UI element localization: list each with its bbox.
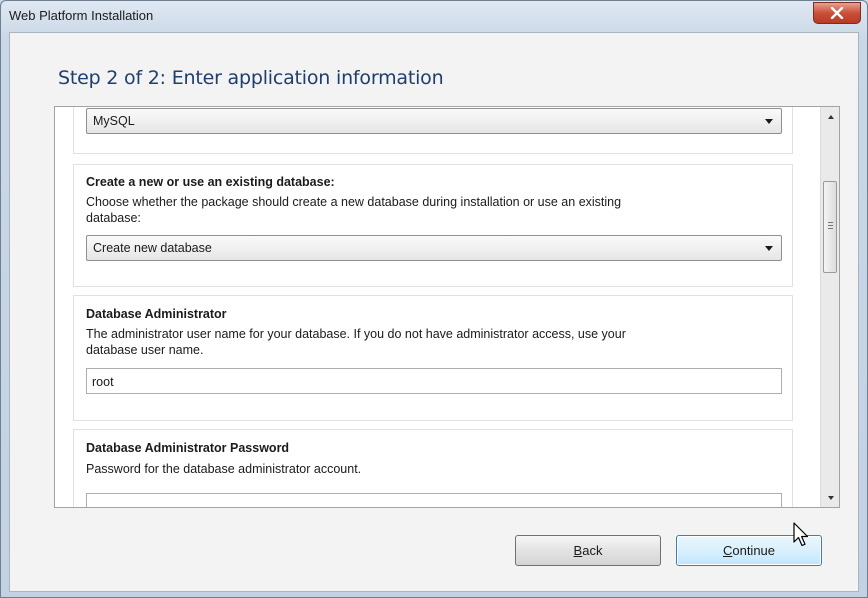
chevron-down-icon xyxy=(765,119,773,124)
database-administrator-description-line2: database user name. xyxy=(86,343,204,357)
create-database-dropdown[interactable]: Create new database xyxy=(86,235,782,261)
create-database-group: Create a new or use an existing database… xyxy=(73,164,793,287)
create-database-description: Choose whether the package should create… xyxy=(86,194,726,226)
mouse-pointer-icon xyxy=(793,522,809,547)
dialog-body: Step 2 of 2: Enter application informati… xyxy=(9,32,859,592)
window-title: Web Platform Installation xyxy=(9,8,154,23)
page-title: Step 2 of 2: Enter application informati… xyxy=(58,67,444,89)
grip-line xyxy=(828,228,833,229)
back-label: ack xyxy=(582,543,603,558)
create-database-description-line2: database: xyxy=(86,211,141,225)
back-mnemonic: B xyxy=(573,543,583,558)
form-scroll-panel[interactable]: MySQL Create a new or use an existing da… xyxy=(54,106,840,508)
database-type-dropdown[interactable]: MySQL xyxy=(86,108,782,134)
grip-line xyxy=(828,225,833,226)
create-database-title: Create a new or use an existing database… xyxy=(86,175,339,189)
database-administrator-input[interactable]: root xyxy=(86,368,782,394)
close-icon xyxy=(830,7,844,19)
back-button[interactable]: Back xyxy=(515,535,661,566)
database-type-group: MySQL xyxy=(73,107,793,154)
arrow-up-icon xyxy=(827,114,834,119)
database-administrator-group: Database Administrator The administrator… xyxy=(73,295,793,421)
close-button[interactable] xyxy=(813,2,861,24)
database-password-title: Database Administrator Password xyxy=(86,441,294,455)
scrollbar-thumb[interactable] xyxy=(823,181,837,273)
continue-label: ontinue xyxy=(732,543,776,558)
installer-window: Web Platform Installation Step 2 of 2: E… xyxy=(0,0,868,598)
database-password-group: Database Administrator Password Password… xyxy=(73,429,793,507)
database-administrator-description-line1: The administrator user name for your dat… xyxy=(86,327,626,341)
create-database-value: Create new database xyxy=(93,241,212,255)
database-password-description: Password for the database administrator … xyxy=(86,462,362,476)
create-database-description-line1: Choose whether the package should create… xyxy=(86,195,622,209)
vertical-scrollbar[interactable] xyxy=(820,107,839,507)
chevron-down-icon xyxy=(765,246,773,251)
database-administrator-title: Database Administrator xyxy=(86,307,231,321)
scroll-down-button[interactable] xyxy=(822,489,839,506)
scroll-up-button[interactable] xyxy=(822,108,839,125)
arrow-down-icon xyxy=(827,495,834,500)
database-type-value: MySQL xyxy=(93,114,135,128)
database-administrator-description: The administrator user name for your dat… xyxy=(86,326,726,358)
title-bar[interactable]: Web Platform Installation xyxy=(1,1,867,31)
continue-mnemonic: C xyxy=(722,543,733,558)
database-administrator-value: root xyxy=(92,375,114,389)
database-password-input[interactable] xyxy=(86,493,782,507)
grip-line xyxy=(828,222,833,223)
